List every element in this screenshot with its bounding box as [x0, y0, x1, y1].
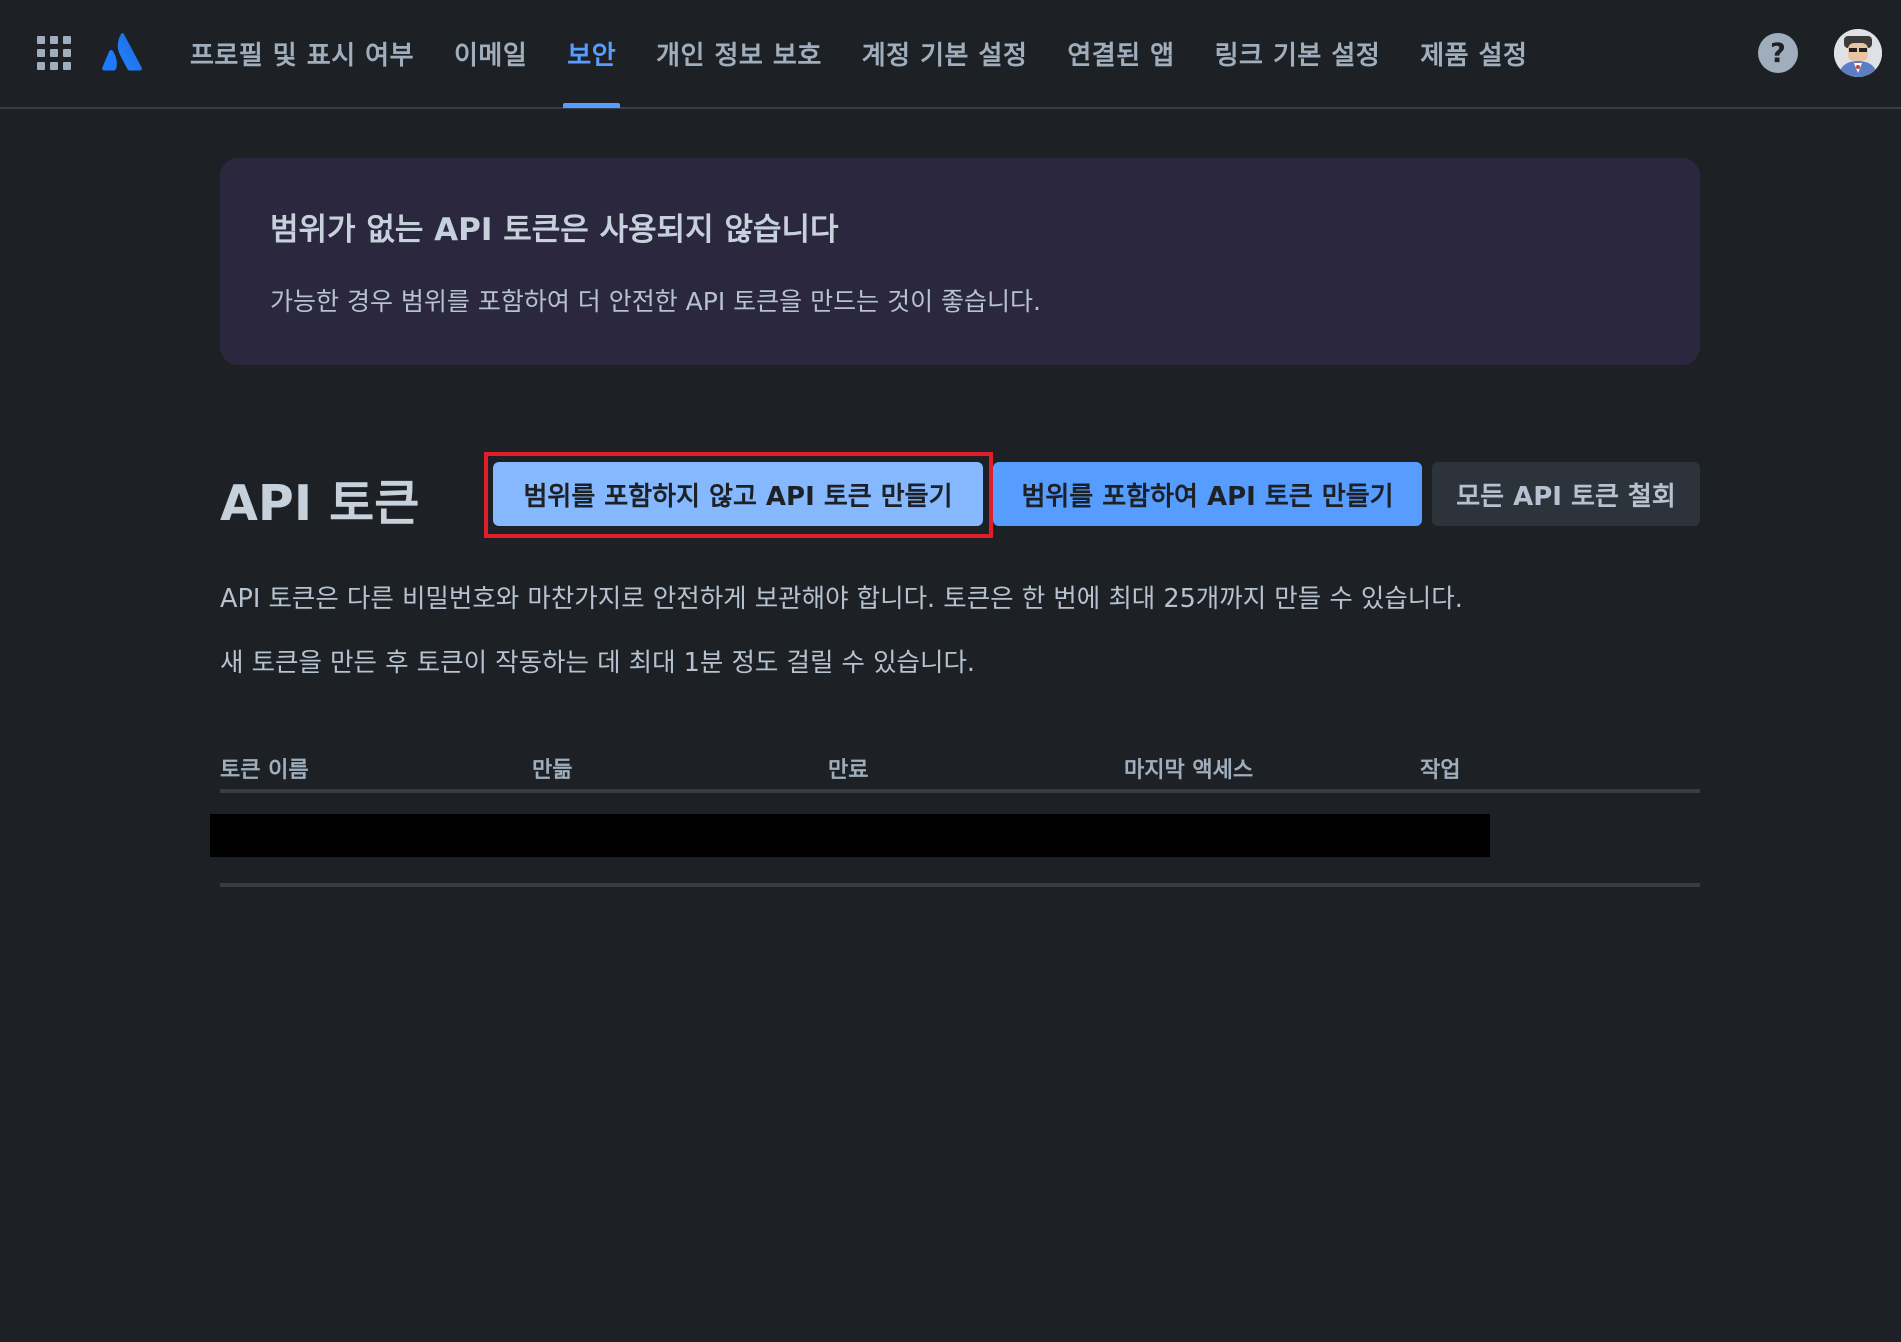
tab-product-settings[interactable]: 제품 설정: [1420, 0, 1527, 107]
tab-account-preferences[interactable]: 계정 기본 설정: [862, 0, 1028, 107]
avatar-image: [1834, 29, 1882, 77]
tab-profile-visibility[interactable]: 프로필 및 표시 여부: [190, 0, 414, 107]
create-token-without-scope-button[interactable]: 범위를 포함하지 않고 API 토큰 만들기: [493, 462, 983, 526]
column-header-created[interactable]: 만듦: [532, 752, 572, 784]
table-row: [210, 793, 1700, 887]
settings-tabs: 프로필 및 표시 여부 이메일 보안 개인 정보 보호 계정 기본 설정 연결된…: [190, 0, 1567, 108]
tab-privacy[interactable]: 개인 정보 보호: [656, 0, 822, 107]
atlassian-logo-icon[interactable]: [102, 33, 142, 71]
column-header-last-accessed[interactable]: 마지막 액세스: [1124, 752, 1253, 784]
tab-security[interactable]: 보안: [563, 0, 620, 108]
table-header-row: 토큰 이름 만듦 만료 마지막 액세스 작업: [220, 748, 1700, 793]
description-text-secondary: 새 토큰을 만든 후 토큰이 작동하는 데 최대 1분 정도 걸릴 수 있습니다…: [220, 648, 976, 678]
revoke-all-tokens-button[interactable]: 모든 API 토큰 철회: [1432, 462, 1700, 526]
description-text: API 토큰은 다른 비밀번호와 마찬가지로 안전하게 보관해야 합니다. 토큰…: [220, 584, 1463, 614]
tab-email[interactable]: 이메일: [454, 0, 527, 107]
column-header-actions: 작업: [1420, 758, 1461, 783]
tokens-table: 토큰 이름 만듦 만료 마지막 액세스 작업: [210, 748, 1700, 887]
top-navigation: 프로필 및 표시 여부 이메일 보안 개인 정보 보호 계정 기본 설정 연결된…: [0, 0, 1901, 109]
app-switcher-icon[interactable]: [37, 36, 71, 70]
column-header-name[interactable]: 토큰 이름: [220, 752, 309, 784]
tab-link-preferences[interactable]: 링크 기본 설정: [1215, 0, 1381, 107]
avatar[interactable]: [1834, 29, 1882, 77]
deprecation-banner: 범위가 없는 API 토큰은 사용되지 않습니다 가능한 경우 범위를 포함하여…: [220, 158, 1700, 365]
help-icon[interactable]: ?: [1758, 33, 1798, 73]
column-header-expires[interactable]: 만료: [828, 752, 868, 784]
redacted-content: [210, 814, 1490, 857]
tab-connected-apps[interactable]: 연결된 앱: [1067, 0, 1174, 107]
page-title: API 토큰: [220, 475, 420, 532]
create-token-with-scope-button[interactable]: 범위를 포함하여 API 토큰 만들기: [993, 462, 1422, 526]
banner-title: 범위가 없는 API 토큰은 사용되지 않습니다: [270, 212, 839, 248]
banner-text: 가능한 경우 범위를 포함하여 더 안전한 API 토큰을 만드는 것이 좋습니…: [270, 287, 1041, 316]
